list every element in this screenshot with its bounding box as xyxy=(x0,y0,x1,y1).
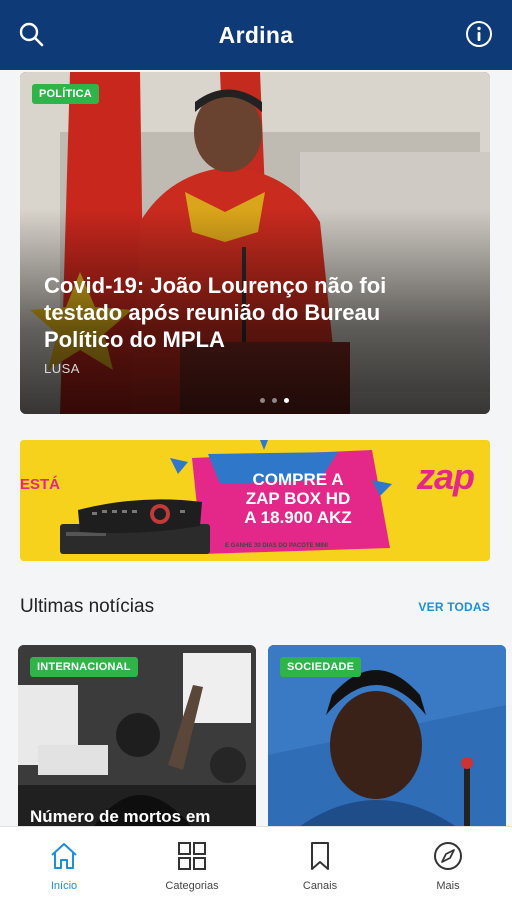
nav-item-channels[interactable]: Canais xyxy=(256,827,384,900)
carousel-dot[interactable] xyxy=(272,398,277,403)
zap-logo: zap xyxy=(416,456,475,497)
featured-story-source: LUSA xyxy=(44,361,80,376)
nav-label: Início xyxy=(50,880,78,892)
news-card[interactable]: INTERNACIONAL Número de mortos em xyxy=(18,645,256,835)
nav-item-more[interactable]: Mais xyxy=(384,827,512,900)
bookmark-icon xyxy=(305,841,335,876)
carousel-indicator[interactable] xyxy=(260,398,289,403)
nav-item-home[interactable]: Início xyxy=(0,827,128,900)
ad-banner[interactable]: ESTÁ COMPRE A ZAP BOX HD A 18.900 AKZ za… xyxy=(20,440,490,561)
nav-item-categories[interactable]: Categorias xyxy=(128,827,256,900)
news-card[interactable]: SOCIEDADE xyxy=(268,645,506,835)
ad-offer-line: ZAP BOX HD xyxy=(245,489,351,508)
category-badge[interactable]: POLÍTICA xyxy=(32,84,99,104)
see-all-link[interactable]: VER TODAS xyxy=(418,600,490,614)
search-icon[interactable] xyxy=(14,17,48,51)
latest-news-header: Ultimas notícias VER TODAS xyxy=(20,596,490,618)
app-header: Ardina xyxy=(0,0,512,70)
news-card-title[interactable]: Número de mortos em xyxy=(30,807,248,827)
bottom-navigation: Início Categorias Canais Mais xyxy=(0,826,512,900)
featured-story-card[interactable]: POLÍTICA Covid-19: João Lourenço não foi… xyxy=(20,72,490,414)
carousel-dot[interactable] xyxy=(260,398,265,403)
app-title: Ardina xyxy=(218,21,294,48)
ad-offer-line: A 18.900 AKZ xyxy=(244,508,352,527)
featured-story-headline[interactable]: Covid-19: João Lourenço não foi testado … xyxy=(44,272,430,353)
ad-offer-line: COMPRE A xyxy=(252,470,344,489)
info-icon[interactable] xyxy=(462,17,496,51)
section-title: Ultimas notícias xyxy=(20,596,155,617)
category-badge[interactable]: SOCIEDADE xyxy=(280,657,362,677)
nav-label: Mais xyxy=(436,880,460,892)
home-icon xyxy=(49,841,79,876)
category-badge[interactable]: INTERNACIONAL xyxy=(30,657,138,677)
grid-icon xyxy=(177,841,207,876)
ad-fine-print: E GANHE 30 DIAS DO PACOTE MINI xyxy=(225,543,328,549)
nav-label: Canais xyxy=(302,880,338,892)
carousel-dot-active[interactable] xyxy=(284,398,289,403)
ad-partial-text: ESTÁ xyxy=(20,476,61,493)
ad-offer-text: COMPRE A ZAP BOX HD A 18.900 AKZ xyxy=(224,470,372,527)
compass-icon xyxy=(433,841,463,876)
nav-label: Categorias xyxy=(165,880,219,892)
